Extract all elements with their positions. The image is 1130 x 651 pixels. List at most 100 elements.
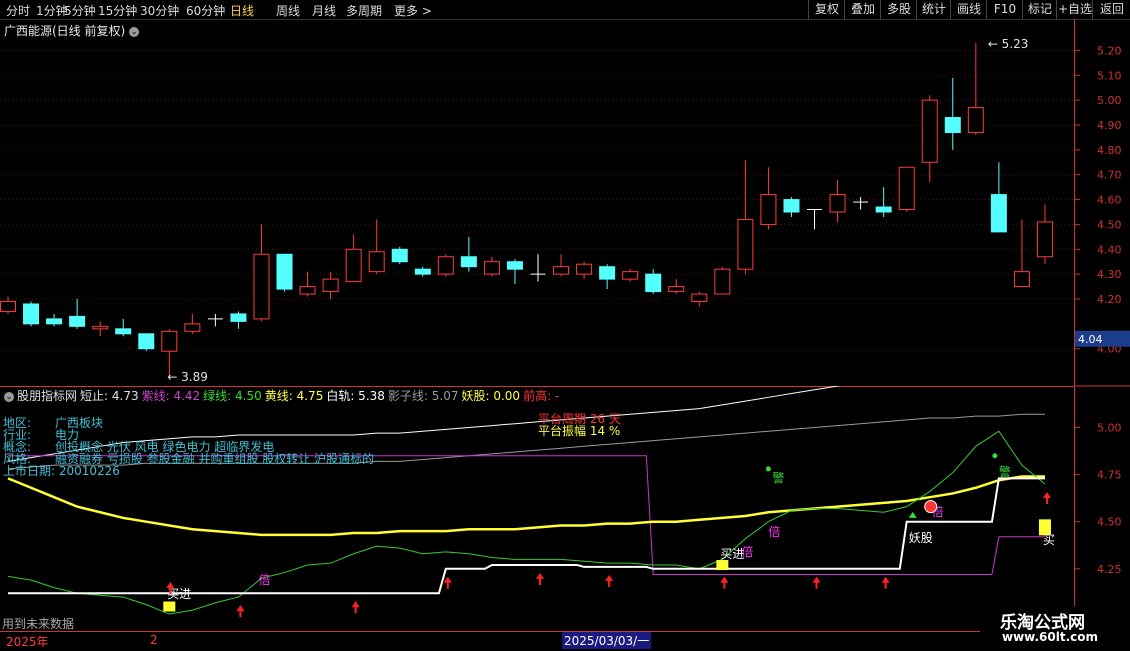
toolbar-tab-2[interactable]: 5分钟 xyxy=(64,2,96,19)
toolbar-tab-4[interactable]: 30分钟 xyxy=(140,2,179,19)
candle[interactable] xyxy=(530,254,546,282)
up-arrow xyxy=(351,601,360,614)
candle[interactable] xyxy=(161,328,178,377)
candle[interactable] xyxy=(737,159,754,275)
toolbar-button-2[interactable]: 多股 xyxy=(880,0,917,19)
chevron-down-icon[interactable]: ⌄ xyxy=(129,26,140,37)
candle[interactable] xyxy=(921,95,938,183)
price-tick-label: 5.20 xyxy=(1097,44,1122,57)
candle[interactable] xyxy=(483,256,500,277)
up-arrow xyxy=(720,576,729,589)
toolbar-tab-1[interactable]: 1分钟 xyxy=(36,2,68,19)
toolbar-tab-0[interactable]: 分时 xyxy=(6,2,30,19)
candle-body xyxy=(921,99,938,163)
candle[interactable] xyxy=(760,167,777,230)
candle[interactable] xyxy=(138,333,155,352)
toolbar-tab-7[interactable]: 周线 xyxy=(276,2,300,19)
double-signal-label: 倍 xyxy=(768,524,780,539)
toolbar-button-1[interactable]: 叠加 xyxy=(844,0,881,19)
stock-title-label: 广西能源(日线 前复权) xyxy=(4,24,126,38)
current-price-label: 4.04 xyxy=(1078,333,1103,346)
candlestick-chart[interactable]: ← 5.23 ← 3.89 xyxy=(0,38,1074,386)
toolbar-button-3[interactable]: 统计 xyxy=(916,0,951,19)
toolbar-button-7[interactable]: +自选 xyxy=(1056,0,1093,19)
candle-body xyxy=(622,271,639,280)
candle[interactable] xyxy=(345,234,362,283)
candle[interactable] xyxy=(829,179,846,222)
buy-signal-label: 买 xyxy=(1043,533,1055,547)
platform-amplitude: 平台振幅 14 % xyxy=(538,424,621,438)
candle[interactable] xyxy=(1013,219,1030,288)
toolbar-tab-10[interactable]: 更多 > xyxy=(394,2,432,19)
candle[interactable] xyxy=(414,266,431,277)
candle-body xyxy=(138,333,155,350)
candle[interactable] xyxy=(230,311,247,329)
candle-body xyxy=(184,323,201,332)
candle-body xyxy=(161,330,178,352)
candle-body xyxy=(322,278,339,293)
candle[interactable] xyxy=(967,42,984,135)
price-axis: 5.20 5.10 5.00 4.90 4.80 4.70 4.60 4.50 4.40 4.30… xyxy=(1074,19,1130,631)
toolbar-tab-9[interactable]: 多周期 xyxy=(346,2,382,19)
candle-body xyxy=(1013,271,1030,288)
candle[interactable] xyxy=(853,197,869,210)
candle-body xyxy=(437,256,454,275)
candle[interactable] xyxy=(783,197,800,217)
toolbar-button-5[interactable]: F10 xyxy=(986,0,1023,19)
toolbar-tab-6[interactable]: 日线 xyxy=(230,2,254,19)
candle[interactable] xyxy=(23,301,40,327)
toolbar-button-4[interactable]: 画线 xyxy=(950,0,987,19)
candle[interactable] xyxy=(599,264,616,290)
candle[interactable] xyxy=(875,187,892,217)
year-label: 2025年 xyxy=(6,635,49,649)
candle-body xyxy=(714,268,731,295)
candle[interactable] xyxy=(253,224,270,322)
candle-body xyxy=(875,206,892,213)
toolbar-tab-5[interactable]: 60分钟 xyxy=(186,2,225,19)
candle[interactable] xyxy=(622,269,639,282)
candle[interactable] xyxy=(668,279,685,295)
candle[interactable] xyxy=(115,318,132,337)
candle[interactable] xyxy=(944,77,961,150)
candle[interactable] xyxy=(368,219,385,275)
candle[interactable] xyxy=(553,254,570,277)
candle[interactable] xyxy=(807,209,823,230)
candle[interactable] xyxy=(645,269,662,295)
indicator-tick-label: 4.25 xyxy=(1097,563,1122,576)
candle[interactable] xyxy=(276,253,293,292)
candle[interactable] xyxy=(691,291,708,307)
cursor-date: 2025/03/03/一 xyxy=(562,632,652,649)
toolbar-tab-3[interactable]: 15分钟 xyxy=(98,2,137,19)
price-tick-label: 4.70 xyxy=(1097,169,1122,182)
candle[interactable] xyxy=(990,162,1007,233)
toolbar-tab-8[interactable]: 月线 xyxy=(312,2,336,19)
candle[interactable] xyxy=(898,166,915,212)
toolbar-button-8[interactable]: 返回 xyxy=(1092,0,1130,19)
candle[interactable] xyxy=(714,266,731,295)
candle[interactable] xyxy=(322,271,339,299)
candle[interactable] xyxy=(0,296,16,314)
candle[interactable] xyxy=(437,254,454,277)
green-triangle-icon xyxy=(908,511,917,518)
toolbar-button-0[interactable]: 复权 xyxy=(808,0,845,19)
candle[interactable] xyxy=(46,313,63,327)
high-price-label: ← 5.23 xyxy=(988,38,1029,51)
date-bar[interactable]: 2025年 2 2025/03/03/一 xyxy=(0,631,1130,651)
double-signal-label: 倍 xyxy=(741,544,753,559)
toolbar-button-6[interactable]: 标记 xyxy=(1022,0,1057,19)
candle[interactable] xyxy=(69,299,86,329)
candle[interactable] xyxy=(576,261,593,280)
candle[interactable] xyxy=(207,313,223,327)
stock-title[interactable]: 广西能源(日线 前复权) ⌄ xyxy=(4,22,140,39)
candle[interactable] xyxy=(1036,204,1053,265)
indicator-tick-label: 4.75 xyxy=(1097,469,1122,482)
candle[interactable] xyxy=(391,246,408,265)
candle[interactable] xyxy=(460,236,477,272)
candle[interactable] xyxy=(92,321,109,337)
candle[interactable] xyxy=(299,271,316,297)
warn-signal-label: 警 xyxy=(999,464,1011,479)
candle[interactable] xyxy=(184,313,201,334)
candle[interactable] xyxy=(506,259,523,285)
candle-body xyxy=(299,286,316,295)
candle-body xyxy=(253,253,270,320)
